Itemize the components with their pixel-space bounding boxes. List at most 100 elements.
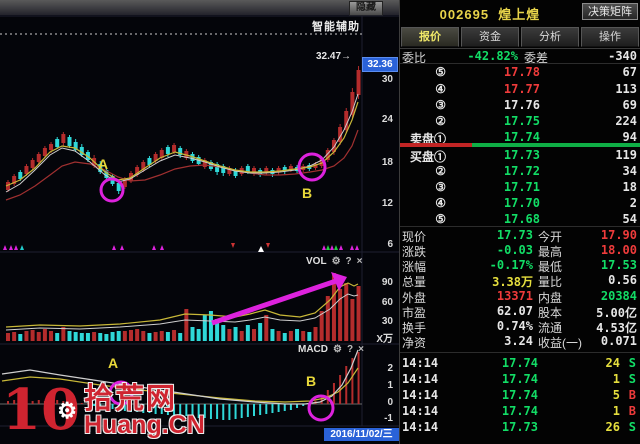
volume-bar — [264, 315, 269, 341]
volume-bar — [301, 331, 306, 341]
price-value: 17.72 — [503, 164, 540, 178]
macd-marker-a-label: A — [108, 355, 119, 371]
sell-row[interactable]: ③ 17.76 69 — [400, 98, 640, 112]
vol-help-icon[interactable]: ? — [346, 256, 352, 267]
stock-header: 002695 煌上煌 — [400, 4, 580, 23]
sell-row[interactable]: ② 17.75 224 — [400, 114, 640, 128]
volume-bar — [239, 331, 244, 341]
price-value: 17.77 — [503, 82, 540, 96]
weicha-value: -340 — [608, 49, 637, 63]
tick-row: 14:14 17.74 24 S — [400, 356, 640, 370]
volume-bar — [202, 315, 207, 341]
volume-bar — [122, 331, 127, 341]
volume-bar — [36, 332, 41, 341]
volume-bar — [6, 333, 10, 341]
vol-close-icon[interactable]: × — [357, 256, 363, 267]
kline-marker-a-label: A — [98, 156, 109, 172]
buy-row[interactable]: 买盘① 17.73 119 — [400, 148, 640, 164]
candle-body — [24, 166, 29, 174]
buy-row[interactable]: ② 17.72 34 — [400, 164, 640, 178]
volume-bar — [319, 311, 324, 341]
tick-time: 14:14 — [402, 404, 439, 418]
kline-axis-label: 12 — [381, 198, 393, 209]
volume-bar — [190, 327, 195, 341]
tick-side: S — [628, 420, 636, 434]
candle-body — [165, 147, 170, 154]
price-value: 17.75 — [503, 114, 540, 128]
volume-bar — [307, 332, 312, 341]
volume-bar — [252, 329, 256, 341]
tab-资金[interactable]: 资金 — [461, 27, 519, 47]
separator — [400, 352, 640, 353]
stat-value-2: 18.00 — [600, 243, 637, 257]
tick-volume: 24 — [605, 356, 620, 370]
sell-row[interactable]: 卖盘① 17.74 94 — [400, 130, 640, 146]
buy-row[interactable]: ④ 17.70 2 — [400, 196, 640, 210]
macd-settings-icon[interactable]: ⚙ — [333, 344, 342, 355]
volume-bar — [178, 333, 183, 341]
volume-bar — [30, 330, 35, 341]
price-value: 17.74 — [503, 130, 540, 144]
tick-price: 17.73 — [501, 420, 538, 434]
signal-marker-icon — [334, 245, 338, 250]
tab-报价[interactable]: 报价 — [401, 27, 459, 47]
tick-time: 14:14 — [402, 388, 439, 402]
signal-marker-icon — [350, 245, 354, 250]
volume-bar — [42, 329, 47, 341]
date-axis-badge: 2016/11/02/三 — [324, 428, 399, 441]
separator — [400, 63, 640, 64]
stat-value-2: 0.56 — [608, 273, 637, 287]
tick-price: 17.74 — [501, 388, 538, 402]
buy-row[interactable]: ⑤ 17.68 54 — [400, 212, 640, 226]
tab-分析[interactable]: 分析 — [521, 27, 579, 47]
sell-row[interactable]: ⑤ 17.78 67 — [400, 65, 640, 79]
signal-marker-icon — [322, 245, 326, 250]
signal-marker-icon — [120, 245, 124, 250]
stat-value-1: 3.24 — [504, 334, 533, 348]
stat-value-1: 17.73 — [496, 228, 533, 242]
stat-row: 市盈 62.07 股本 5.00亿 — [400, 304, 640, 320]
stat-value-1: -0.17% — [489, 258, 533, 272]
volume-bar — [338, 289, 343, 341]
stat-row: 现价 17.73 今开 17.90 — [400, 228, 640, 244]
tick-side: S — [628, 372, 636, 386]
tab-操作[interactable]: 操作 — [581, 27, 639, 47]
price-value: 17.78 — [503, 65, 540, 79]
volume-bar — [153, 332, 158, 341]
stat-value-2: 0.071 — [600, 334, 637, 348]
volume-bar — [233, 327, 238, 341]
volume-bar — [172, 330, 177, 341]
signal-marker-icon — [266, 243, 270, 248]
volume-bar — [79, 333, 84, 341]
price-value: 17.76 — [503, 98, 540, 112]
weibi-value: -42.82% — [467, 49, 518, 63]
macd-close-icon[interactable]: × — [358, 344, 364, 355]
decision-matrix-button[interactable]: 决策矩阵 — [582, 3, 638, 20]
stat-row: 涨幅 -0.17% 最低 17.53 — [400, 258, 640, 274]
macd-title: MACD — [298, 344, 328, 355]
sell-row[interactable]: ④ 17.77 113 — [400, 82, 640, 96]
buy-sell-ratio-bar-green — [472, 143, 640, 147]
vol-axis-label: 60 — [381, 297, 393, 308]
gear-icon: ⚙ — [57, 398, 77, 424]
stat-value-1: 62.07 — [496, 304, 533, 318]
candle-body — [61, 134, 66, 143]
stat-label-2: 量比 — [538, 275, 563, 289]
buy-row[interactable]: ③ 17.71 18 — [400, 180, 640, 194]
last-price-badge: 32.36 — [362, 57, 398, 72]
volume-bar — [67, 331, 72, 341]
vol-panel-header: VOL ⚙ ? × — [306, 256, 362, 267]
stat-row: 涨跌 -0.03 最高 18.00 — [400, 243, 640, 259]
signal-marker-icon — [112, 245, 116, 250]
signal-marker-icon — [355, 245, 359, 250]
volume-value: 224 — [615, 114, 637, 128]
tick-row: 14:14 17.74 5 B — [400, 388, 640, 402]
price-level-tag: ② — [435, 114, 446, 128]
macd-help-icon[interactable]: ? — [347, 344, 353, 355]
volume-bar — [344, 283, 349, 341]
signal-marker-icon — [20, 245, 24, 250]
vol-settings-icon[interactable]: ⚙ — [332, 256, 341, 267]
volume-bar — [98, 333, 103, 341]
volume-value: 2 — [629, 196, 637, 210]
signal-marker-icon — [326, 245, 330, 250]
